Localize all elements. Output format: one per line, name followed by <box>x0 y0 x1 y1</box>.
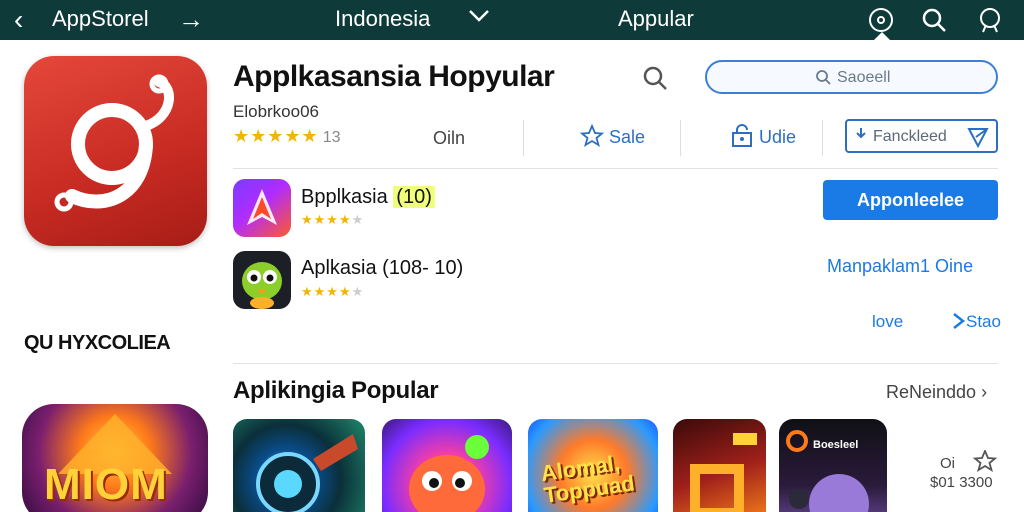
download-button[interactable]: Fanckleed <box>845 119 998 153</box>
open-app-button[interactable]: Apponleelee <box>823 180 998 220</box>
page-title: Applkasansia Hopyular <box>233 60 555 93</box>
back-chevron-icon[interactable]: ‹ <box>14 4 23 36</box>
game-app-icon[interactable]: MIOM <box>22 404 208 512</box>
app-name: Bpplkasia <box>301 186 388 208</box>
popular-app-tile[interactable]: Alomal, Toppuad <box>528 419 658 512</box>
popular-app-tile[interactable]: Boesleel <box>779 419 887 512</box>
rating-stars: ★★★★★ <box>233 126 319 146</box>
app-icon[interactable] <box>233 251 291 309</box>
search-placeholder: Saoeell <box>837 69 891 86</box>
left-category-label: QU HYXCOLIEA <box>24 332 171 354</box>
meta-on-label: Oiln <box>433 128 466 148</box>
forward-arrow-icon[interactable]: → <box>178 4 204 35</box>
meta-divider <box>523 120 524 156</box>
app-icon[interactable] <box>233 179 291 237</box>
love-link[interactable]: love <box>872 312 903 332</box>
tile-title: Alomal, Toppuad <box>539 450 637 508</box>
meta-divider <box>680 120 681 156</box>
info-icon <box>853 127 869 145</box>
app-list-item-name[interactable]: Bpplkasia (10) <box>301 186 435 209</box>
rating-summary: ★★★★★ 13 <box>233 126 340 147</box>
country-dropdown-chevron-icon[interactable] <box>466 2 492 35</box>
app-name[interactable]: Aplkasia (108- 10) <box>301 257 463 280</box>
store-title[interactable]: AppStorel <box>52 6 149 32</box>
rating-count: 13 <box>322 129 341 146</box>
popular-app-tile[interactable] <box>673 419 766 512</box>
star-outline-icon <box>579 123 605 148</box>
sale-label: Sale <box>609 127 646 147</box>
search-icon[interactable] <box>641 64 669 92</box>
app-tag: (10) <box>393 186 435 208</box>
stars-filled: ★★★★ <box>301 284 352 299</box>
share-link[interactable]: Stao <box>952 312 1001 332</box>
account-icon[interactable] <box>867 6 895 34</box>
search-field-icon <box>815 69 831 85</box>
side-price: $01 3300 <box>930 474 993 491</box>
stars-empty: ★ <box>351 212 364 227</box>
popular-section-title: Aplikingia Popular <box>233 377 439 404</box>
download-label: Fanckleed <box>873 128 947 145</box>
featured-app-icon[interactable] <box>24 56 207 246</box>
divider <box>233 363 998 364</box>
more-link[interactable]: Manpaklam1 Oine <box>827 256 973 277</box>
lock-icon <box>730 124 754 148</box>
side-rating-value: Oi <box>940 455 955 472</box>
search-icon[interactable] <box>920 6 948 34</box>
country-selector-label[interactable]: Indonesia <box>335 6 430 32</box>
side-rating: Oi <box>940 448 998 472</box>
app-rating-stars: ★★★★★ <box>301 284 363 300</box>
search-input[interactable]: Saoeell <box>705 60 998 94</box>
lock-label: Udie <box>759 127 797 147</box>
meta-divider <box>822 120 823 156</box>
selected-caret-icon <box>874 32 890 40</box>
see-all-link[interactable]: ReNeinddo › <box>886 382 987 403</box>
stars-empty: ★ <box>351 284 364 299</box>
chevron-right-icon: › <box>981 382 988 402</box>
send-icon <box>967 126 989 149</box>
developer-subtitle: Elobrkoo06 <box>233 102 320 121</box>
popular-app-tile[interactable] <box>382 419 512 512</box>
stars-filled: ★★★★ <box>301 212 352 227</box>
see-all-label: ReNeinddo <box>886 382 977 402</box>
section-title: Appular <box>618 6 694 31</box>
tile-title: Boesleel <box>813 439 859 451</box>
star-outline-icon <box>972 448 998 472</box>
sale-button[interactable]: Sale <box>579 123 646 148</box>
popular-app-tile[interactable] <box>233 419 365 512</box>
lock-button[interactable]: Udie <box>730 124 796 148</box>
divider <box>233 168 998 169</box>
game-icon-word: MIOM <box>44 460 168 509</box>
profile-icon[interactable] <box>976 6 1004 34</box>
chevron-right-icon <box>953 313 966 329</box>
top-navigation-bar: ‹ AppStorel → Indonesia Appular <box>0 0 1024 40</box>
app-rating-stars: ★★★★★ <box>301 212 363 228</box>
share-label: Stao <box>966 312 1001 331</box>
